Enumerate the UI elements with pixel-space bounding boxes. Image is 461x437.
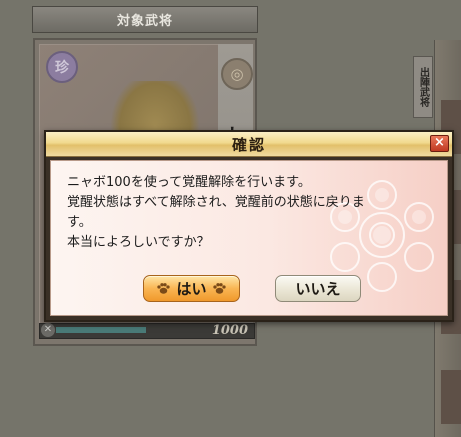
message-line: す。	[67, 215, 92, 230]
paw-icon	[157, 283, 171, 294]
exp-value: 1000	[211, 323, 248, 338]
dialog-title-bar: 確認 ×	[46, 132, 452, 157]
header-title: 対象武将	[116, 14, 173, 29]
dialog-body: ニャボ100を使って覚醒解除を行います。 覚醒状態はすべて解除され、覚醒前の状態…	[50, 160, 448, 316]
yes-button[interactable]: はい	[143, 275, 240, 302]
remove-icon: ✕	[41, 323, 55, 337]
emblem-icon: ◎	[221, 58, 253, 90]
dialog-title: 確認	[231, 135, 266, 154]
close-button[interactable]: ×	[430, 135, 449, 152]
message-line: 本当によろしいですか？	[67, 235, 210, 250]
no-button[interactable]: いいえ	[275, 275, 361, 302]
confirm-dialog: 確認 × ニャボ100を使って覚醒解除を行います。 覚醒状態はすべて解除され、覚…	[44, 130, 454, 322]
sortie-generals-tab[interactable]: 出陣武将	[413, 56, 433, 118]
yes-button-label: はい	[176, 280, 207, 298]
paw-icon	[212, 283, 226, 294]
no-button-label: いいえ	[295, 280, 341, 298]
rarity-badge: 珍	[46, 51, 78, 83]
message-line: 覚醒状態はすべて解除され、覚醒前の状態に戻りま	[67, 195, 365, 210]
exp-bar: ✕ 1000	[39, 323, 255, 339]
target-general-header: 対象武将	[32, 6, 258, 33]
exp-bar-fill	[56, 327, 146, 333]
dialog-message: ニャボ100を使って覚醒解除を行います。 覚醒状態はすべて解除され、覚醒前の状態…	[67, 173, 397, 253]
message-line: ニャボ100を使って覚醒解除を行います。	[67, 175, 311, 190]
card-slot	[441, 370, 461, 424]
